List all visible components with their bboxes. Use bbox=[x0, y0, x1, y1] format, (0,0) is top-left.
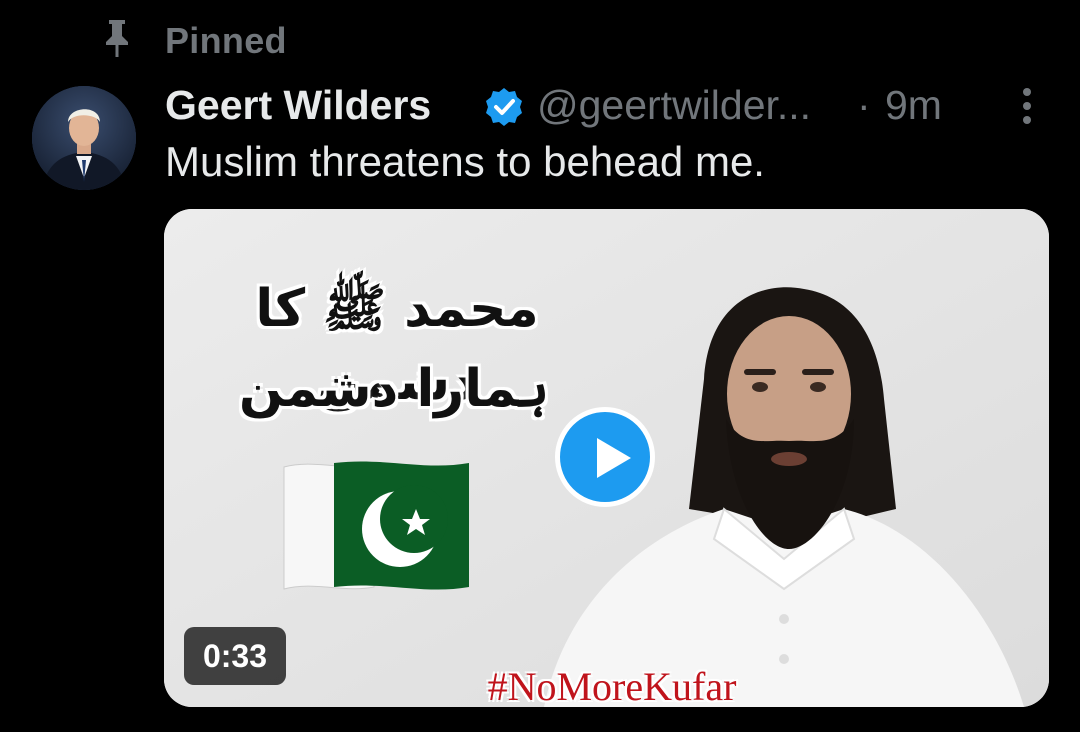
more-vertical-icon[interactable] bbox=[1010, 86, 1044, 126]
tweet-timestamp[interactable]: 9m bbox=[885, 82, 942, 129]
tweet-header: Geert Wilders @geertwilder... · 9m bbox=[165, 78, 1065, 134]
pinned-indicator: Pinned bbox=[0, 8, 1080, 64]
overlay-hashtag: #NoMoreKufar bbox=[487, 664, 737, 707]
pakistan-flag-icon bbox=[283, 461, 469, 590]
avatar-image bbox=[32, 86, 136, 190]
tweet-text: Muslim threatens to behead me. bbox=[165, 138, 765, 185]
pin-icon bbox=[106, 20, 128, 57]
play-button[interactable] bbox=[555, 407, 655, 507]
pinned-label: Pinned bbox=[165, 20, 287, 61]
author-display-name[interactable]: Geert Wilders bbox=[165, 82, 431, 129]
author-handle[interactable]: @geertwilder... bbox=[537, 82, 811, 129]
play-icon bbox=[597, 438, 631, 478]
verified-badge-icon[interactable] bbox=[483, 86, 525, 128]
video-media[interactable]: محمد ﷺ کا دشمن ہمارا دشمن 0:33 #NoMoreKu… bbox=[164, 209, 1049, 707]
overlay-text-line2: ہمارا دشمن bbox=[238, 359, 550, 419]
separator-dot: · bbox=[857, 82, 871, 128]
video-duration-badge: 0:33 bbox=[184, 627, 286, 685]
avatar[interactable] bbox=[32, 86, 136, 190]
